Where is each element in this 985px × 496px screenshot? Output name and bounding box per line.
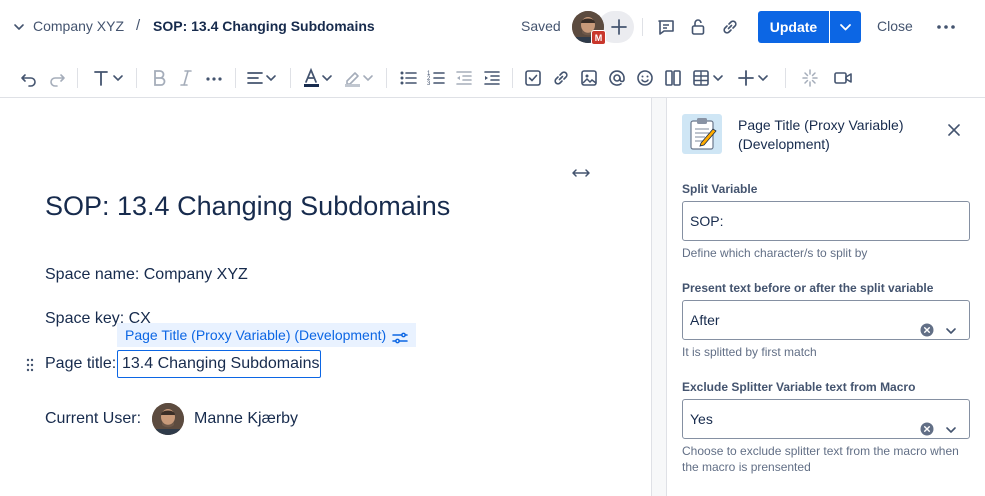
undo-icon[interactable] [19, 67, 39, 89]
task-icon[interactable] [523, 67, 543, 89]
present-text-help: It is splitted by first match [682, 345, 817, 359]
macro-tag-label: Page Title (Proxy Variable) (Development… [125, 327, 387, 343]
outdent-icon[interactable] [454, 67, 474, 89]
present-text-label: Present text before or after the split v… [682, 281, 934, 295]
svg-text:3: 3 [427, 81, 431, 87]
toolbar-divider [235, 68, 236, 88]
user-photo-icon [152, 403, 184, 435]
current-user-name[interactable]: Manne Kjærby [194, 410, 298, 428]
insert-icon[interactable] [736, 67, 772, 89]
link-icon[interactable] [719, 16, 741, 38]
redo-icon[interactable] [47, 67, 67, 89]
exclude-splitter-select[interactable]: Yes [682, 399, 970, 439]
split-variable-label: Split Variable [682, 182, 758, 196]
comment-icon[interactable] [655, 16, 677, 38]
clear-icon[interactable] [920, 313, 934, 337]
toolbar-divider [785, 68, 786, 88]
close-icon[interactable] [946, 122, 962, 138]
highlight-icon[interactable] [342, 67, 378, 89]
update-options-button[interactable] [830, 11, 861, 43]
space-name-line: Space name: Company XYZ [45, 266, 248, 284]
toolbar-divider [136, 68, 137, 88]
space-name-label: Space name: [45, 266, 140, 283]
document-title[interactable]: SOP: 13.4 Changing Subdomains [45, 191, 450, 222]
ai-icon[interactable] [800, 67, 820, 89]
editor-header: Company XYZ / SOP: 13.4 Changing Subdoma… [0, 0, 985, 54]
video-icon[interactable] [832, 67, 854, 89]
numbered-list-icon[interactable]: 123 [426, 67, 446, 89]
insert-link-icon[interactable] [551, 67, 571, 89]
bold-icon[interactable] [150, 67, 168, 89]
update-button[interactable]: Update [758, 11, 829, 43]
text-color-icon[interactable] [301, 67, 337, 89]
expand-width-icon[interactable] [571, 165, 591, 181]
current-user-label: Current User: [45, 410, 142, 427]
drag-handle-icon[interactable] [26, 358, 34, 372]
settings-sliders-icon[interactable] [392, 328, 408, 344]
bullet-list-icon[interactable] [398, 67, 418, 89]
unlock-icon[interactable] [687, 16, 709, 38]
current-user-avatar[interactable] [152, 403, 184, 435]
more-formatting-icon[interactable] [204, 67, 224, 89]
header-divider [642, 18, 643, 36]
breadcrumb-space[interactable]: Company XYZ [33, 18, 124, 34]
align-icon[interactable] [245, 67, 281, 89]
toolbar-divider [77, 68, 78, 88]
clear-icon[interactable] [920, 412, 934, 436]
page-title-label: Page title: [45, 355, 117, 372]
toolbar-divider [290, 68, 291, 88]
clipboard-icon [682, 114, 722, 154]
layout-icon[interactable] [663, 67, 683, 89]
emoji-icon[interactable] [635, 67, 655, 89]
editor-canvas[interactable]: SOP: 13.4 Changing Subdomains Space name… [0, 98, 652, 496]
macro-tag[interactable]: Page Title (Proxy Variable) (Development… [117, 323, 417, 347]
more-icon[interactable] [935, 16, 957, 38]
breadcrumb-page-title[interactable]: SOP: 13.4 Changing Subdomains [153, 18, 375, 34]
avatar-badge: M [591, 30, 606, 45]
present-text-value: After [690, 312, 720, 328]
save-status: Saved [521, 18, 561, 34]
italic-icon[interactable] [177, 67, 195, 89]
editor-scrollbar[interactable] [651, 98, 667, 496]
exclude-splitter-help: Choose to exclude splitter text from the… [682, 444, 959, 474]
space-name-value: Company XYZ [143, 266, 248, 283]
close-button[interactable]: Close [877, 18, 913, 34]
macro-config-panel: Page Title (Proxy Variable) (Development… [667, 98, 985, 496]
table-icon[interactable] [691, 67, 727, 89]
present-text-select[interactable]: After [682, 300, 970, 340]
editor-toolbar: 123 [0, 58, 985, 98]
chevron-down-icon[interactable] [944, 314, 958, 334]
chevron-down-icon [840, 24, 851, 31]
page-title-macro[interactable]: 13.4 Changing Subdomains [117, 350, 321, 378]
collaborator-avatar[interactable]: M [572, 11, 606, 45]
breadcrumb-separator: / [136, 17, 141, 34]
chevron-down-icon[interactable] [944, 413, 958, 433]
indent-icon[interactable] [482, 67, 502, 89]
panel-title: Page Title (Proxy Variable) (Development… [738, 117, 904, 152]
mention-icon[interactable] [607, 67, 627, 89]
split-variable-input[interactable] [682, 201, 970, 241]
exclude-splitter-value: Yes [690, 411, 713, 427]
toolbar-divider [512, 68, 513, 88]
text-style-icon[interactable] [92, 67, 128, 89]
split-variable-help: Define which character/s to split by [682, 246, 868, 260]
image-icon[interactable] [579, 67, 599, 89]
space-key-label: Space key: [45, 310, 125, 327]
chevron-down-icon[interactable] [12, 20, 26, 34]
exclude-splitter-label: Exclude Splitter Variable text from Macr… [682, 380, 916, 394]
toolbar-divider [386, 68, 387, 88]
